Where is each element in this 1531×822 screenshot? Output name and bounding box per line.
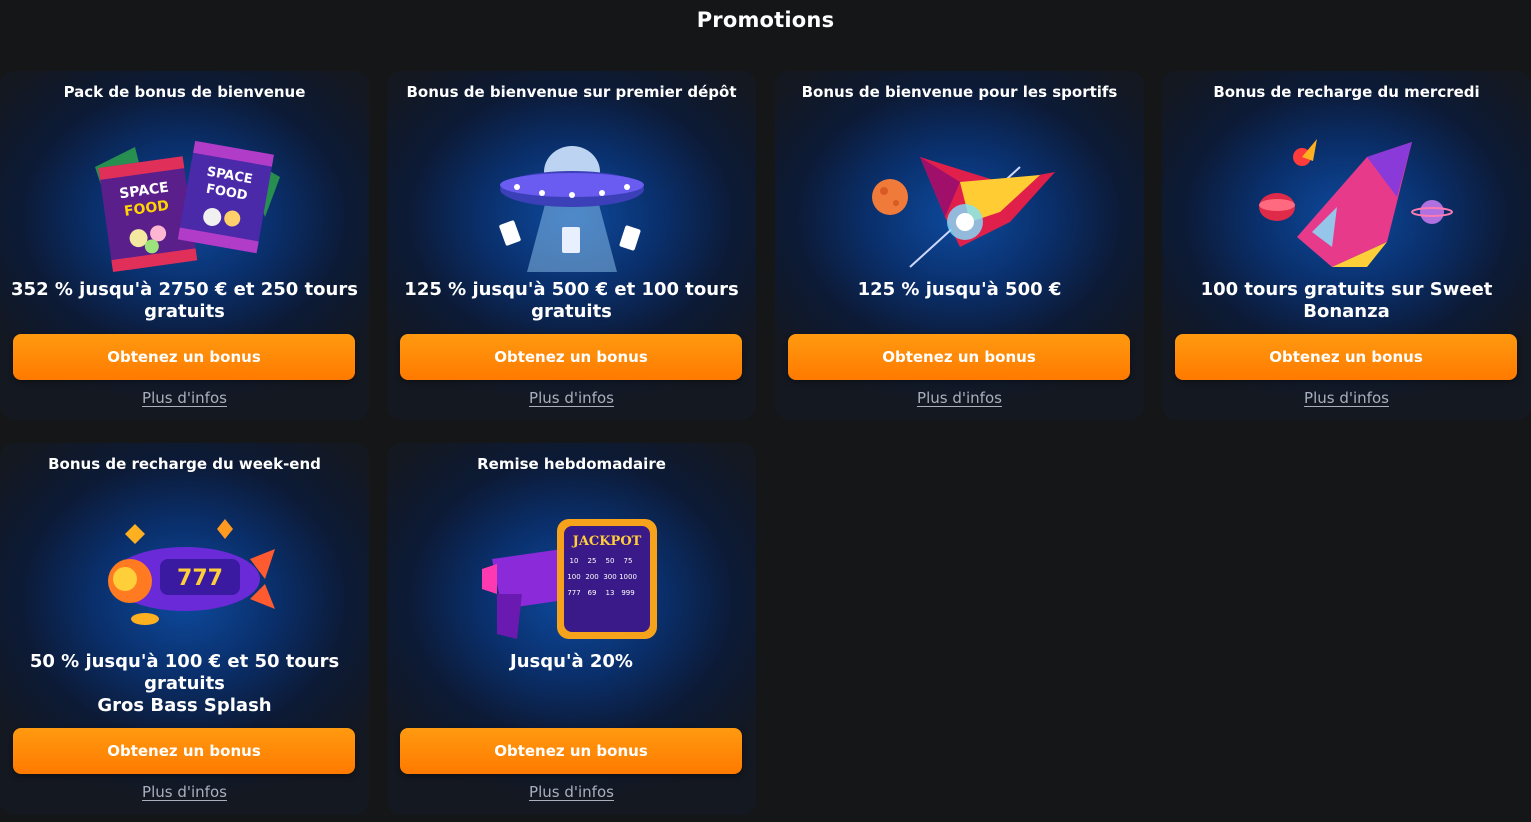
more-info-link[interactable]: Plus d'infos (387, 389, 756, 407)
promo-offer: 125 % jusqu'à 500 € (783, 279, 1136, 301)
space-food-bags-icon: SPACE FOOD SPACE FOOD (75, 127, 295, 277)
svg-text:1000: 1000 (619, 573, 637, 581)
more-info-link[interactable]: Plus d'infos (387, 783, 756, 801)
get-bonus-button[interactable]: Obtenez un bonus (400, 728, 742, 774)
rocket-planet-icon (850, 127, 1070, 277)
ufo-cards-icon (462, 127, 682, 277)
promo-offer-line: gratuits (144, 301, 225, 322)
promo-offer-line: 125 % jusqu'à 500 € (857, 279, 1062, 300)
promo-card-sports-welcome: Bonus de bienvenue pour les sportifs 125… (775, 71, 1144, 420)
promo-card-weekend-reload: Bonus de recharge du week-end 777 50 % j… (0, 443, 369, 815)
promo-offer-line: 50 % jusqu'à 100 € et 50 tours (29, 651, 340, 672)
svg-text:13: 13 (605, 589, 614, 597)
get-bonus-button[interactable]: Obtenez un bonus (400, 334, 742, 380)
promo-card-title: Bonus de bienvenue sur premier dépôt (406, 83, 737, 101)
jackpot-blaster-icon: JACKPOT 10 25 50 75 100 200 300 1000 777… (462, 499, 682, 649)
svg-text:JACKPOT: JACKPOT (571, 534, 641, 549)
promo-card-title: Remise hebdomadaire (477, 455, 666, 473)
promo-card-title: Bonus de recharge du mercredi (1213, 83, 1480, 101)
svg-text:100: 100 (567, 573, 580, 581)
spaceship-chips-icon (1237, 127, 1457, 277)
more-info-link[interactable]: Plus d'infos (775, 389, 1144, 407)
more-info-link[interactable]: Plus d'infos (1162, 389, 1531, 407)
promo-offer-line: gratuits (531, 301, 612, 322)
promo-offer-line: gratuits (144, 673, 225, 694)
promo-card-title: Bonus de recharge du week-end (48, 455, 321, 473)
more-info-link[interactable]: Plus d'infos (0, 783, 369, 801)
promo-offer: Jusqu'à 20% (395, 651, 748, 673)
get-bonus-button[interactable]: Obtenez un bonus (13, 728, 355, 774)
promo-offer: 100 tours gratuits sur Sweet Bonanza (1170, 279, 1523, 323)
promo-card-title: Bonus de bienvenue pour les sportifs (801, 83, 1118, 101)
get-bonus-button[interactable]: Obtenez un bonus (13, 334, 355, 380)
promo-offer-line: 100 tours gratuits sur Sweet Bonanza (1200, 279, 1493, 322)
promo-offer-line: 125 % jusqu'à 500 € et 100 tours (404, 279, 739, 300)
svg-text:75: 75 (623, 557, 632, 565)
promo-offer-line: Gros Bass Splash (97, 695, 272, 716)
promo-offer: 125 % jusqu'à 500 € et 100 tours gratuit… (395, 279, 748, 323)
page-title: Promotions (696, 8, 835, 32)
promo-card-welcome-pack: Pack de bonus de bienvenue SPACE FOOD SP… (0, 71, 369, 420)
promo-offer: 50 % jusqu'à 100 € et 50 tours gratuits … (8, 651, 361, 717)
promo-card-weekly-cashback: Remise hebdomadaire JACKPOT 10 25 50 75 … (387, 443, 756, 815)
svg-text:200: 200 (585, 573, 598, 581)
svg-text:777: 777 (177, 566, 223, 591)
svg-text:999: 999 (621, 589, 634, 597)
get-bonus-button[interactable]: Obtenez un bonus (788, 334, 1130, 380)
svg-text:69: 69 (587, 589, 596, 597)
svg-text:10: 10 (569, 557, 578, 565)
promo-card-first-deposit: Bonus de bienvenue sur premier dépôt 125… (387, 71, 756, 420)
slot-rocket-icon: 777 (75, 499, 295, 649)
promo-card-title: Pack de bonus de bienvenue (63, 83, 306, 101)
promo-offer-line: 352 % jusqu'à 2750 € et 250 tours (11, 279, 358, 300)
more-info-link[interactable]: Plus d'infos (0, 389, 369, 407)
svg-text:777: 777 (567, 589, 580, 597)
svg-text:25: 25 (587, 557, 596, 565)
svg-text:300: 300 (603, 573, 616, 581)
svg-text:50: 50 (605, 557, 614, 565)
promo-card-wednesday-reload: Bonus de recharge du mercredi 100 tours … (1162, 71, 1531, 420)
get-bonus-button[interactable]: Obtenez un bonus (1175, 334, 1517, 380)
promo-offer: 352 % jusqu'à 2750 € et 250 tours gratui… (8, 279, 361, 323)
promo-offer-line: Jusqu'à 20% (510, 651, 633, 672)
